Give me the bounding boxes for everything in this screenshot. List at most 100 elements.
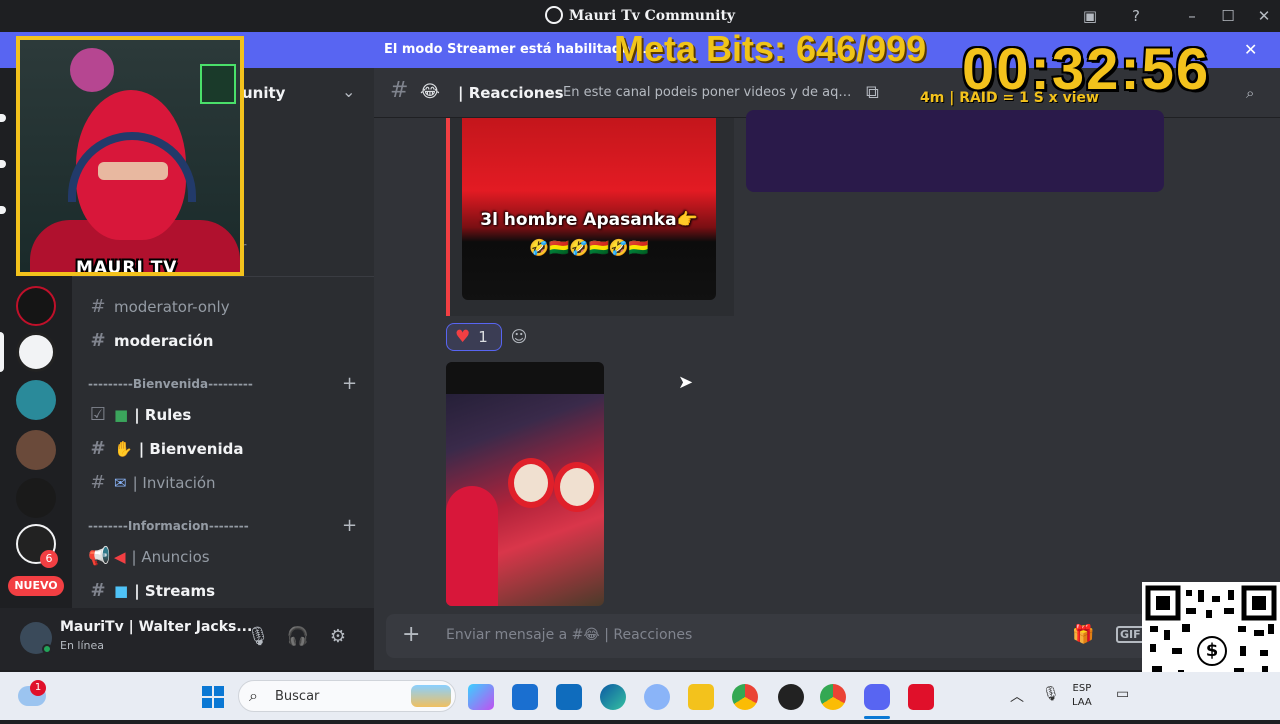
file-explorer-icon[interactable] <box>688 684 714 710</box>
category-bienvenida[interactable]: ---------Bienvenida--------- <box>88 377 253 397</box>
hash-icon: # <box>90 438 106 459</box>
webcam-overlay: MAURI TV <box>16 36 244 276</box>
help-icon[interactable]: ? <box>1122 4 1150 28</box>
mouse-cursor-icon: ➤ <box>678 372 694 393</box>
inbox-icon[interactable]: ▣ <box>1076 4 1104 28</box>
tv-icon: ■ <box>114 582 129 600</box>
monitor-icon[interactable]: ▭ <box>1116 686 1129 702</box>
discord-icon[interactable] <box>864 684 890 710</box>
channel-streams[interactable]: # ■ | Streams <box>88 574 368 608</box>
megaphone-icon: 📢 <box>88 546 111 567</box>
channel-moderacion[interactable]: # moderación <box>88 324 368 358</box>
add-reaction-icon[interactable]: ☺ <box>508 326 530 348</box>
server-icon[interactable] <box>16 430 56 470</box>
online-status-icon <box>42 644 52 654</box>
gift-icon[interactable]: 🎁 <box>1072 624 1094 645</box>
add-channel-icon[interactable]: + <box>342 373 357 394</box>
server-icon[interactable] <box>16 478 56 518</box>
server-icon[interactable] <box>16 286 56 326</box>
channel-invitacion[interactable]: # ✉ | Invitación <box>88 466 368 500</box>
tiktok-icon[interactable] <box>908 684 934 710</box>
search-icon: ⌕ <box>249 686 258 705</box>
channel-bienvenida[interactable]: # ✋ | Bienvenida <box>88 432 368 466</box>
copilot-icon[interactable] <box>468 684 494 710</box>
image-attachment[interactable] <box>446 362 604 606</box>
gear-icon[interactable]: ⚙ <box>326 626 350 650</box>
taskbar-search[interactable]: ⌕ Buscar <box>238 680 456 712</box>
rules-icon: ☑ <box>89 404 107 425</box>
weather-badge: 1 <box>30 680 46 696</box>
windows-taskbar: 1 ⌕ Buscar ︿ 🎙 ESP LAA ▭ <box>0 672 1280 720</box>
hash-icon: # <box>90 472 106 493</box>
reaction-heart[interactable]: ♥ 1 <box>446 323 502 351</box>
username[interactable]: MauriTv | Walter Jacks... <box>60 619 252 635</box>
hash-icon: # <box>390 78 409 103</box>
gif-button[interactable]: GIF <box>1116 626 1145 643</box>
video-caption: 3l hombre Apasanka👉 <box>480 210 698 230</box>
store-icon[interactable] <box>512 684 538 710</box>
laughing-emoji-icon: 😂 <box>420 82 440 102</box>
embed-accent-bar <box>446 118 450 316</box>
chrome-profile-icon[interactable] <box>820 684 846 710</box>
close-window-button[interactable]: ✕ <box>1250 4 1278 28</box>
heart-icon: ♥ <box>455 327 471 347</box>
add-attachment-icon[interactable]: + <box>402 622 420 647</box>
category-informacion[interactable]: --------Informacion-------- <box>88 519 249 539</box>
microphone-icon[interactable]: 🎙 <box>246 626 270 650</box>
chevron-down-icon[interactable]: ⌄ <box>342 82 355 101</box>
threads-icon[interactable]: ⧉ <box>866 82 879 103</box>
cam-brand: MAURI TV <box>76 258 178 276</box>
user-panel: MauriTv | Walter Jacks... En línea 🎙 🎧 ⚙ <box>0 608 374 670</box>
channel-name: | Reacciones <box>458 84 564 102</box>
message-input[interactable]: Enviar mensaje a #😂 | Reacciones <box>446 627 692 643</box>
channel-rules[interactable]: ☑ ■ | Rules <box>88 398 368 432</box>
video-emojis: 🤣🇧🇴🤣🇧🇴🤣🇧🇴 <box>529 238 649 257</box>
hash-icon: # <box>90 580 106 601</box>
maximize-button[interactable]: ☐ <box>1214 4 1242 28</box>
phone-status-bar <box>446 362 604 394</box>
windows-logo <box>202 686 224 708</box>
nuevo-badge: NUEVO <box>8 576 64 596</box>
message-composer[interactable]: + Enviar mensaje a #😂 | Reacciones 🎁 GIF <box>386 614 1152 658</box>
channel-anuncios[interactable]: 📢 ◀ | Anuncios <box>88 540 368 574</box>
selected-server-indicator <box>0 332 4 372</box>
microphone-tray-icon[interactable]: 🎙 <box>1042 686 1060 702</box>
clown-face <box>554 462 600 512</box>
wave-icon: ✋ <box>114 440 133 458</box>
divider <box>72 276 374 277</box>
outlook-icon[interactable] <box>556 684 582 710</box>
search-icon[interactable]: ⌕ <box>1246 84 1254 102</box>
chrome-icon[interactable] <box>732 684 758 710</box>
user-status: En línea <box>60 639 105 652</box>
video-thumbnail[interactable]: 3l hombre Apasanka👉 🤣🇧🇴🤣🇧🇴🤣🇧🇴 <box>462 118 716 300</box>
obs-icon[interactable] <box>778 684 804 710</box>
embed-preview <box>746 110 1164 192</box>
browser-icon[interactable] <box>644 684 670 710</box>
loudspeaker-icon: ◀ <box>114 548 126 566</box>
server-indicator <box>0 160 6 168</box>
windows-start-icon[interactable] <box>202 686 224 708</box>
banner-close-icon[interactable]: ✕ <box>1244 40 1257 59</box>
hash-icon: # <box>90 296 106 317</box>
add-channel-icon[interactable]: + <box>342 515 357 536</box>
chevron-up-icon[interactable]: ︿ <box>1010 686 1024 706</box>
channel-logo-icon <box>70 48 114 92</box>
edge-icon[interactable] <box>600 684 626 710</box>
language-indicator[interactable]: ESP LAA <box>1072 682 1092 710</box>
server-name[interactable]: unity <box>242 84 285 102</box>
hash-icon: # <box>90 330 106 351</box>
server-icon-active[interactable] <box>16 332 56 372</box>
envelope-icon: ✉ <box>114 474 127 492</box>
channel-moderator-only[interactable]: # moderator-only <box>88 290 368 324</box>
app-logo-icon <box>544 6 563 24</box>
books-icon: ■ <box>114 406 129 424</box>
server-indicator <box>0 114 6 122</box>
search-placeholder: Buscar <box>275 689 320 704</box>
background-screen <box>200 64 236 104</box>
server-icon[interactable] <box>16 380 56 420</box>
minimize-button[interactable]: – <box>1178 4 1206 28</box>
headphones-icon[interactable]: 🎧 <box>286 626 310 650</box>
server-mention-badge: 6 <box>40 550 58 568</box>
channel-topic[interactable]: En este canal podeis poner videos y de a… <box>563 85 853 100</box>
server-indicator <box>0 206 6 214</box>
